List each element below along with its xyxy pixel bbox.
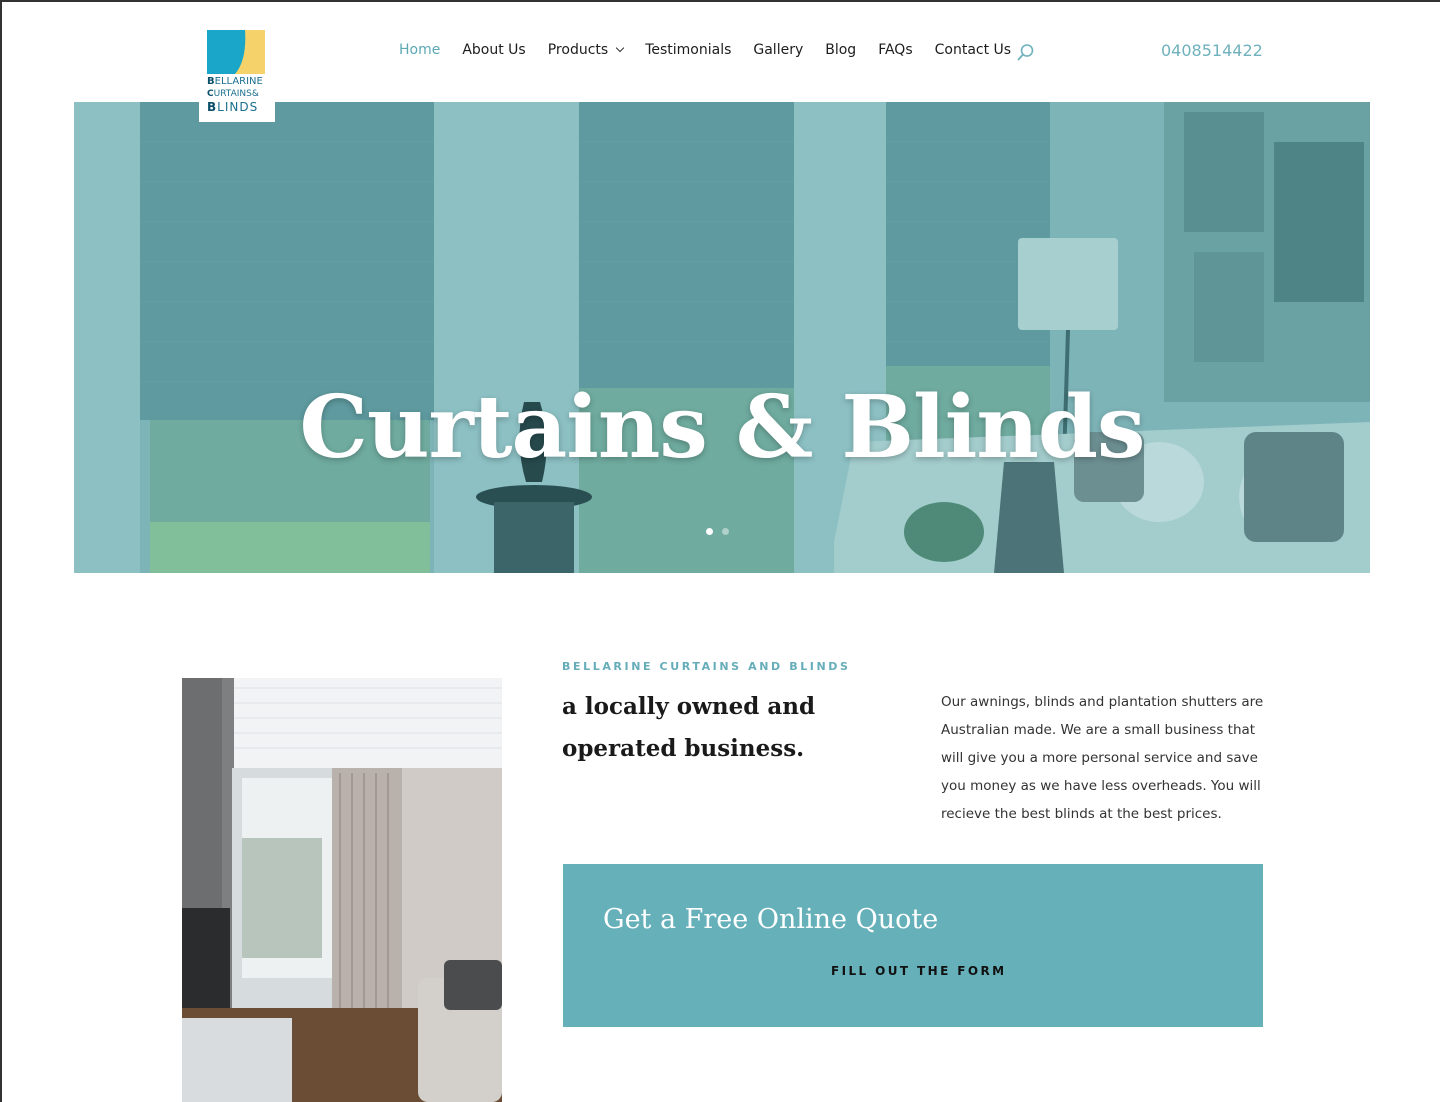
chevron-down-icon: [615, 43, 625, 53]
slider-pagination: [706, 528, 729, 535]
nav-item-gallery[interactable]: Gallery: [753, 42, 803, 58]
nav-item-blog[interactable]: Blog: [825, 42, 856, 58]
section-heading: a locally owned and operated business.: [562, 693, 816, 762]
hero-slider: Curtains & Blinds: [74, 102, 1370, 573]
hero-title: Curtains & Blinds: [299, 377, 1146, 478]
nav-item-home[interactable]: Home: [399, 42, 440, 58]
main-nav: Home About Us Products Testimonials Gall…: [399, 42, 1033, 58]
logo-mark-icon: [207, 30, 265, 74]
nav-item-contact-us[interactable]: Contact Us: [935, 42, 1011, 58]
logo-text-line-1: BELLARINE: [207, 76, 263, 87]
quote-title: Get a Free Online Quote: [603, 904, 939, 935]
nav-item-products[interactable]: Products: [548, 42, 625, 58]
fill-out-form-button[interactable]: FILL OUT THE FORM: [831, 964, 1006, 978]
slider-dot-1[interactable]: [706, 528, 713, 535]
site-logo[interactable]: BELLARINE CURTAINS& BLINDS: [199, 22, 275, 122]
search-icon[interactable]: [1017, 43, 1035, 61]
free-quote-cta: Get a Free Online Quote FILL OUT THE FOR…: [563, 864, 1263, 1027]
section-eyebrow: BELLARINE CURTAINS AND BLINDS: [562, 660, 851, 673]
living-room-image: [182, 678, 502, 1102]
logo-text-line-2: CURTAINS&: [207, 89, 259, 99]
slider-dot-2[interactable]: [722, 528, 729, 535]
hero-background-image: [74, 102, 1370, 573]
nav-item-testimonials[interactable]: Testimonials: [645, 42, 731, 58]
nav-item-about-us[interactable]: About Us: [462, 42, 525, 58]
section-paragraph: Our awnings, blinds and plantation shutt…: [941, 694, 1264, 822]
nav-item-faqs[interactable]: FAQs: [878, 42, 912, 58]
phone-number-link[interactable]: 0408514422: [1161, 41, 1263, 60]
logo-text-line-3: BLINDS: [207, 100, 259, 114]
